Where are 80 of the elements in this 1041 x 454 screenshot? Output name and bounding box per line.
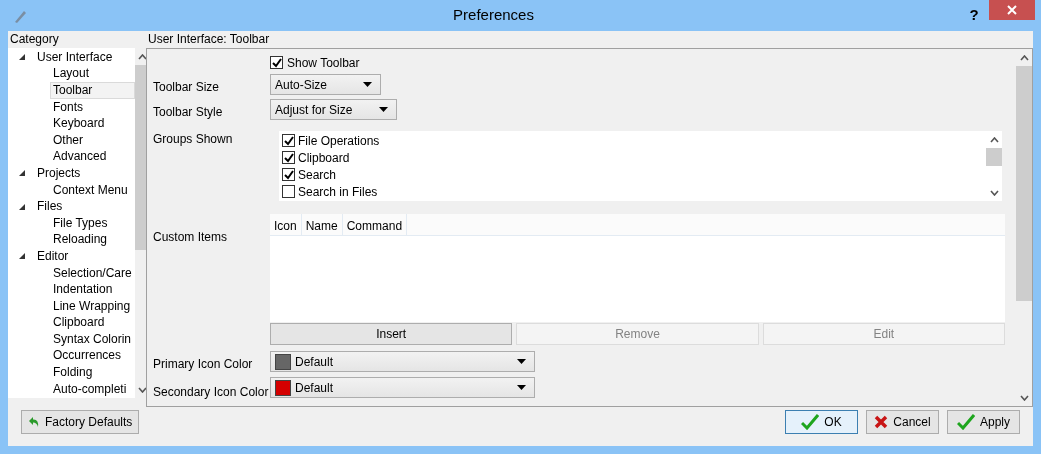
checkbox-label: Search	[298, 166, 337, 184]
check-icon	[283, 152, 294, 163]
help-button[interactable]: ?	[959, 4, 989, 27]
checkbox-label: Search in Files	[298, 183, 378, 201]
checkbox[interactable]	[282, 185, 295, 198]
scrollbar-thumb[interactable]	[986, 148, 1002, 166]
dialog-button[interactable]: Apply	[947, 410, 1020, 434]
dropdown-arrow-icon	[517, 385, 526, 390]
dialog-button[interactable]: Cancel	[866, 410, 939, 434]
tree-item[interactable]: Projects	[34, 164, 84, 182]
tree-item[interactable]: Files	[34, 198, 66, 216]
dropdown-arrow-icon	[517, 359, 526, 364]
close-icon	[1007, 5, 1017, 15]
tree-item[interactable]: Folding	[50, 364, 96, 382]
dropdown[interactable]: Adjust for Size	[270, 99, 397, 120]
close-button[interactable]	[989, 0, 1035, 20]
checkbox[interactable]	[282, 168, 295, 181]
dropdown[interactable]: Auto-Size	[270, 74, 381, 95]
field-label: Toolbar Style	[153, 104, 223, 121]
tree-item[interactable]: Toolbar	[50, 82, 135, 99]
column-header[interactable]: Name	[301, 214, 343, 235]
expanded-triangle-icon[interactable]	[18, 169, 26, 178]
checkbox[interactable]	[282, 151, 295, 164]
checkbox-label: Show Toolbar	[287, 54, 360, 72]
tree-item[interactable]: Selection/Care	[50, 264, 135, 282]
column-header[interactable]: Command	[342, 214, 408, 235]
field-label: Toolbar Size	[153, 79, 220, 96]
color-dropdown[interactable]: Default	[270, 351, 535, 372]
scroll-down-icon	[138, 387, 146, 393]
tree-item[interactable]: Occurrences	[50, 347, 125, 365]
undo-arrow-icon	[28, 416, 40, 428]
check-icon	[801, 414, 820, 430]
tree-item[interactable]: User Interface	[34, 48, 116, 66]
field-label: Secondary Icon Color	[153, 384, 269, 401]
expanded-triangle-icon[interactable]	[18, 202, 26, 211]
check-icon	[283, 135, 294, 146]
tree-item[interactable]: Context Menu	[50, 181, 131, 199]
window-title: Preferences	[452, 5, 535, 26]
field-label: Groups Shown	[153, 131, 233, 148]
checkbox[interactable]	[282, 134, 295, 147]
action-button[interactable]: Insert	[270, 323, 513, 345]
scroll-down-icon	[1019, 395, 1029, 401]
tree-item[interactable]: Reloading	[50, 231, 111, 249]
column-header[interactable]: Icon	[270, 214, 302, 235]
scrollbar-thumb[interactable]	[1016, 66, 1032, 301]
scrollbar-thumb[interactable]	[134, 65, 146, 250]
tree-item[interactable]: Fonts	[50, 98, 86, 116]
tree-item[interactable]: Clipboard	[50, 314, 108, 332]
factory-defaults-button[interactable]: Factory Defaults	[21, 410, 140, 434]
expanded-triangle-icon[interactable]	[18, 252, 26, 261]
tree-item[interactable]: Keyboard	[50, 115, 108, 133]
tree-item[interactable]: Indentation	[50, 281, 116, 299]
tree-item[interactable]: File Types	[50, 214, 111, 232]
check-icon	[271, 57, 282, 68]
tree-item[interactable]: Other	[50, 131, 86, 149]
scroll-up-icon	[1019, 55, 1029, 61]
page-heading: User Interface: Toolbar	[147, 31, 271, 48]
tree-item[interactable]: Auto-completi	[50, 380, 130, 398]
tree-item[interactable]: Line Wrapping	[50, 297, 134, 315]
scroll-up-icon	[138, 54, 146, 60]
scroll-up-icon	[989, 137, 999, 143]
close-icon	[874, 415, 889, 429]
checkbox-label: Clipboard	[298, 149, 350, 167]
category-label: Category	[9, 31, 60, 48]
expanded-triangle-icon[interactable]	[18, 53, 26, 62]
tree-item[interactable]: Advanced	[50, 148, 110, 166]
checkbox-label: File Operations	[298, 132, 380, 150]
tree-item[interactable]: Layout	[50, 65, 93, 83]
tree-item[interactable]: Editor	[34, 247, 72, 265]
tree-item[interactable]: Syntax Colorin	[50, 330, 135, 348]
checkbox[interactable]	[270, 56, 283, 69]
field-label: Primary Icon Color	[153, 356, 253, 373]
check-icon	[957, 414, 975, 430]
dialog-button[interactable]: OK	[785, 410, 858, 434]
scroll-down-icon	[989, 190, 999, 196]
color-dropdown[interactable]: Default	[270, 377, 535, 398]
check-icon	[283, 169, 294, 180]
field-label: Custom Items	[153, 229, 227, 246]
dropdown-arrow-icon	[363, 82, 372, 87]
dropdown-arrow-icon	[379, 107, 388, 112]
